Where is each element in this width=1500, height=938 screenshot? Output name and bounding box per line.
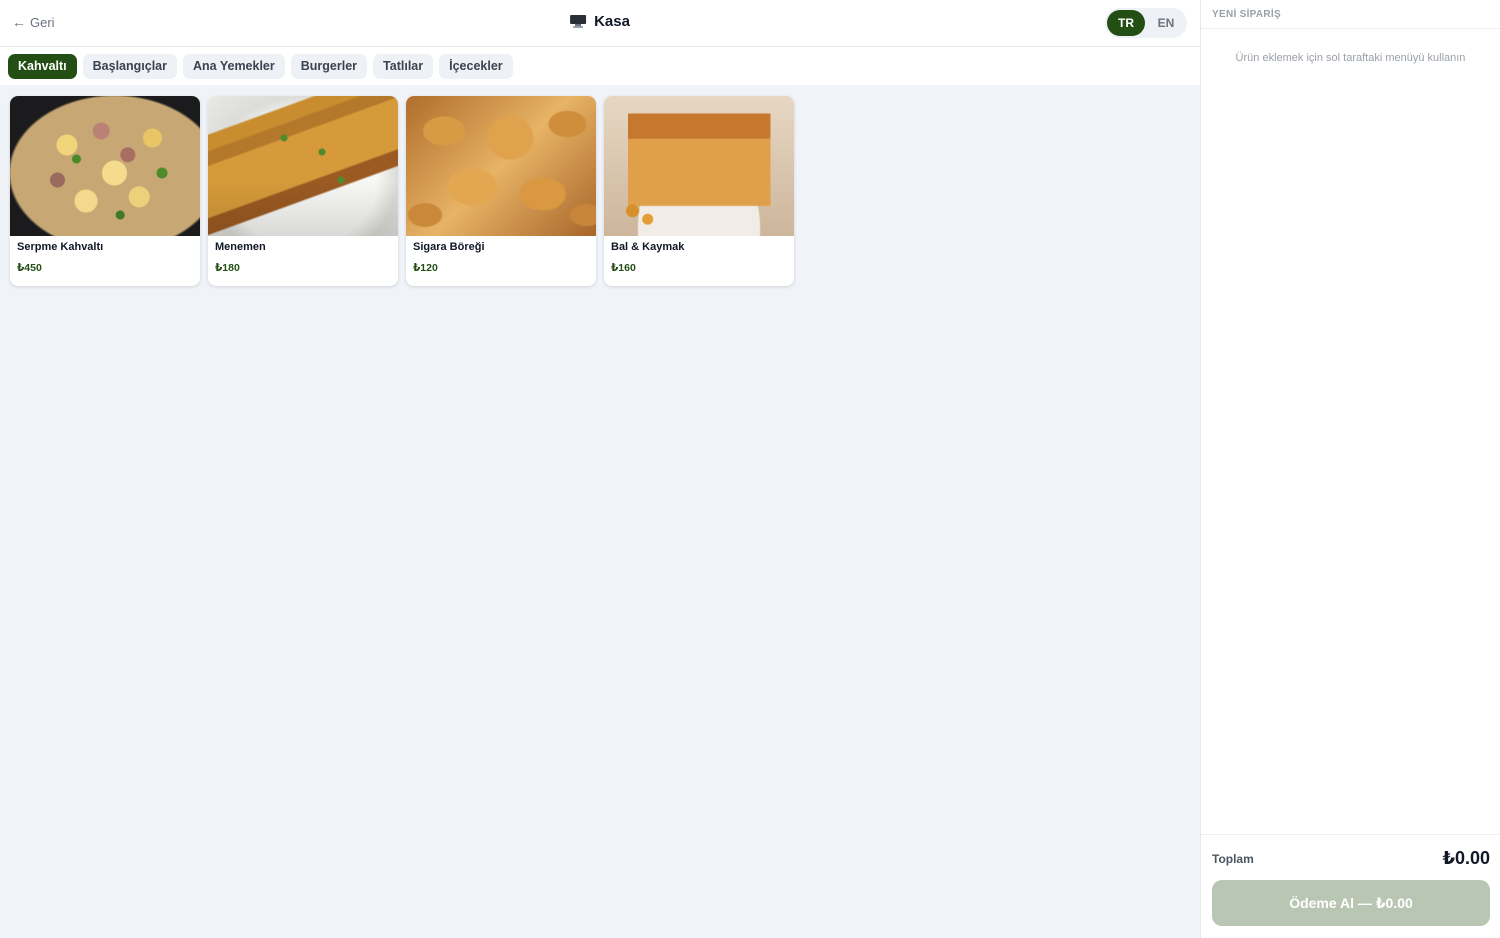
total-value: ₺0.00 (1442, 848, 1490, 868)
pos-app: ← Geri Kasa TR EN Kahvaltı Başlangıçlar … (0, 0, 1500, 938)
language-switcher: TR EN (1105, 8, 1187, 38)
total-label: Toplam (1212, 851, 1254, 866)
product-card[interactable]: Menemen ₺180 (208, 96, 398, 286)
tab-burgerler[interactable]: Burgerler (290, 53, 368, 79)
order-empty-message: Ürün eklemek için sol taraftaki menüyü k… (1235, 52, 1466, 64)
tab-kahvalti[interactable]: Kahvaltı (8, 53, 77, 79)
product-image (208, 96, 398, 236)
product-name: Sigara Böreği (413, 241, 485, 253)
pay-button[interactable]: Ödeme Al — ₺0.00 (1212, 880, 1490, 926)
product-price: ₺450 (17, 262, 42, 274)
tab-ana-yemekler[interactable]: Ana Yemekler (182, 53, 285, 79)
product-price: ₺160 (611, 262, 636, 274)
product-name: Serpme Kahvaltı (17, 241, 104, 253)
product-price: ₺180 (215, 262, 240, 274)
product-image (604, 96, 794, 236)
back-label: Geri (30, 14, 55, 30)
product-name: Bal & Kaymak (611, 241, 685, 253)
monitor-icon (570, 15, 587, 28)
lang-tr-button[interactable]: TR (1107, 10, 1145, 36)
total-row: Toplam ₺0.00 (1212, 848, 1490, 869)
menu-area: ← Geri Kasa TR EN Kahvaltı Başlangıçlar … (0, 0, 1200, 938)
tab-tatlilar[interactable]: Tatlılar (373, 53, 434, 79)
order-panel: YENİ SİPARİŞ Ürün eklemek için sol taraf… (1200, 0, 1500, 938)
category-tabs: Kahvaltı Başlangıçlar Ana Yemekler Burge… (0, 47, 1200, 85)
product-grid: Serpme Kahvaltı ₺450 Menemen ₺180 Sigara… (0, 85, 1200, 297)
product-image (406, 96, 596, 236)
tab-baslangiclar[interactable]: Başlangıçlar (82, 53, 177, 79)
arrow-left-icon: ← (12, 14, 26, 30)
back-button[interactable]: ← Geri (12, 14, 55, 30)
product-card[interactable]: Bal & Kaymak ₺160 (604, 96, 794, 286)
page-title: Kasa (570, 13, 630, 30)
product-card[interactable]: Serpme Kahvaltı ₺450 (10, 96, 200, 286)
order-panel-title: YENİ SİPARİŞ (1201, 0, 1500, 29)
product-card[interactable]: Sigara Böreği ₺120 (406, 96, 596, 286)
order-footer: Toplam ₺0.00 Ödeme Al — ₺0.00 (1201, 834, 1500, 938)
product-image (10, 96, 200, 236)
product-price: ₺120 (413, 262, 438, 274)
top-bar: ← Geri Kasa TR EN (0, 0, 1200, 47)
lang-en-button[interactable]: EN (1147, 10, 1185, 36)
tab-icecekler[interactable]: İçecekler (439, 53, 513, 79)
product-name: Menemen (215, 241, 266, 253)
page-title-text: Kasa (594, 13, 630, 30)
